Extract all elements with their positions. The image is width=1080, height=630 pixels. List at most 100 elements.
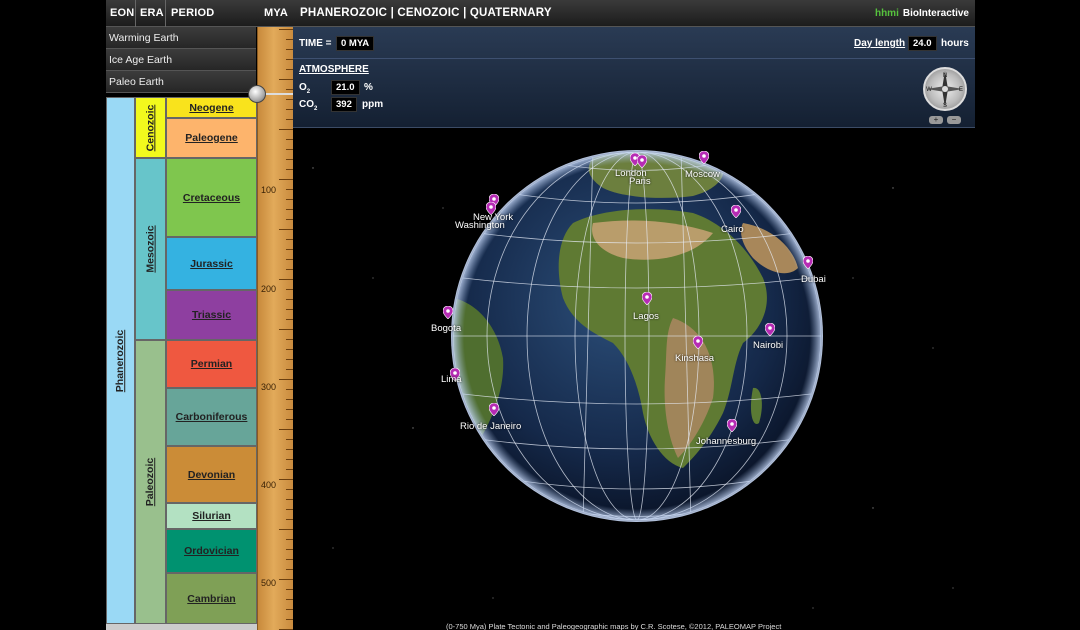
atmosphere-heading[interactable]: ATMOSPHERE [299,64,369,75]
city-label-bogota[interactable]: Bogota [431,323,461,334]
city-label-cairo[interactable]: Cairo [721,224,744,235]
city-label-nairobi[interactable]: Nairobi [753,340,783,351]
city-label-lagos[interactable]: Lagos [633,311,659,322]
menu-item-paleo-earth[interactable]: Paleo Earth [106,71,256,93]
ruler-tick [279,79,294,80]
menu-item-warming-earth[interactable]: Warming Earth [106,27,256,49]
globe[interactable] [293,128,975,630]
period-jurassic[interactable]: Jurassic [166,237,257,290]
period-cambrian[interactable]: Cambrian [166,573,257,624]
era-paleozoic[interactable]: Paleozoic [135,340,166,624]
period-devonian[interactable]: Devonian [166,446,257,503]
period-triassic[interactable]: Triassic [166,290,257,340]
city-label-kinshasa[interactable]: Kinshasa [675,353,714,364]
zoom-out-button[interactable]: − [947,116,961,124]
map-pin-icon[interactable] [637,155,647,168]
time-value: 0 MYA [336,36,375,51]
map-pin-icon[interactable] [765,323,775,336]
credit-footnote: (0-750 Mya) Plate Tectonic and Paleogeog… [446,622,782,630]
ruler-label: 100 [261,185,277,195]
city-label-moscow[interactable]: Moscow [685,169,720,180]
ruler-tick [279,429,294,430]
era-column-header[interactable]: ERA [140,7,164,19]
period-neogene[interactable]: Neogene [166,97,257,118]
map-pin-icon[interactable] [731,205,741,218]
map-pin-icon[interactable] [803,256,813,269]
compass-icon[interactable]: N S E W [923,67,967,111]
ruler-tick [279,579,294,580]
period-column-header[interactable]: PERIOD [171,7,214,19]
ruler-tick [279,479,294,480]
zoom-in-button[interactable]: + [929,116,943,124]
eon-column-header[interactable]: EON [110,7,134,19]
compass-e: E [959,87,963,93]
eon-phanerozoic[interactable]: Phanerozoic [106,97,135,624]
co2-unit: ppm [362,99,384,110]
earth-menu: Warming Earth Ice Age Earth Paleo Earth [106,27,256,93]
map-pin-icon[interactable] [727,419,737,432]
ruler-tick [279,229,294,230]
day-length-label[interactable]: Day length [854,38,905,49]
era-mesozoic[interactable]: Mesozoic [135,158,166,340]
city-label-paris[interactable]: Paris [629,176,651,187]
city-label-rio-de-janeiro[interactable]: Rio de Janeiro [460,421,521,432]
globe-viewport[interactable]: London Paris Moscow New York Washington … [293,128,975,630]
compass-n: N [943,73,947,79]
period-carboniferous[interactable]: Carboniferous [166,388,257,446]
map-pin-icon[interactable] [699,151,709,164]
ruler-tick [279,279,294,280]
globe-atmosphere-glow [451,150,823,522]
map-pin-icon[interactable] [693,336,703,349]
o2-label: O2 [299,82,311,95]
map-pin-icon[interactable] [443,306,453,319]
era-label: Cenozoic [144,104,157,151]
geologic-timescale: Phanerozoic Cenozoic Mesozoic Paleozoic … [106,97,257,630]
hhmi-logo-text: hhmi [874,8,899,19]
ruler-tick [279,129,294,130]
day-length-value: 24.0 [908,36,937,51]
mya-ruler[interactable]: 100 200 300 400 500 [257,27,294,630]
era-cenozoic[interactable]: Cenozoic [135,97,166,158]
co2-value: 392 [331,97,357,112]
map-pin-icon[interactable] [642,292,652,305]
co2-label: CO2 [299,99,318,112]
ruler-label: 200 [261,284,277,294]
period-silurian[interactable]: Silurian [166,503,257,529]
city-label-washington[interactable]: Washington [455,220,505,231]
compass-w: W [926,87,932,93]
divider [165,0,166,27]
info-panel: TIME = 0 MYA Day length 24.0 hours ATMOS… [293,27,975,128]
ruler-tick [279,379,294,380]
time-label: TIME = [299,38,332,49]
map-pin-icon[interactable] [489,403,499,416]
compass-s: S [943,103,947,109]
divider [293,58,975,59]
eon-label: Phanerozoic [114,329,127,392]
o2-value: 21.0 [331,80,360,95]
period-cretaceous[interactable]: Cretaceous [166,158,257,237]
city-label-dubai[interactable]: Dubai [801,274,826,285]
o2-unit: % [364,82,373,93]
city-label-johannesburg[interactable]: Johannesburg [696,436,756,447]
period-ordovician[interactable]: Ordovician [166,529,257,573]
ruler-label: 300 [261,382,277,392]
period-paleogene[interactable]: Paleogene [166,118,257,158]
top-header: EON ERA PERIOD MYA PHANEROZOIC | CENOZOI… [106,0,975,27]
ruler-label: 500 [261,578,277,588]
ruler-tick [279,329,294,330]
right-margin [975,0,1080,630]
breadcrumb: PHANEROZOIC | CENOZOIC | QUATERNARY [300,7,552,19]
era-label: Paleozoic [144,457,157,507]
time-slider-handle[interactable] [248,85,266,103]
period-permian[interactable]: Permian [166,340,257,388]
mya-header: MYA [264,7,289,19]
city-label-lima[interactable]: Lima [441,374,462,385]
era-label: Mesozoic [144,225,157,273]
biointeractive-logo[interactable]: hhmi BioInteractive [875,8,969,19]
ruler-tick [279,529,294,530]
divider [135,0,136,27]
time-slider-track [265,93,293,95]
menu-item-ice-age-earth[interactable]: Ice Age Earth [106,49,256,71]
day-length-unit: hours [941,38,969,49]
ruler-label: 400 [261,480,277,490]
